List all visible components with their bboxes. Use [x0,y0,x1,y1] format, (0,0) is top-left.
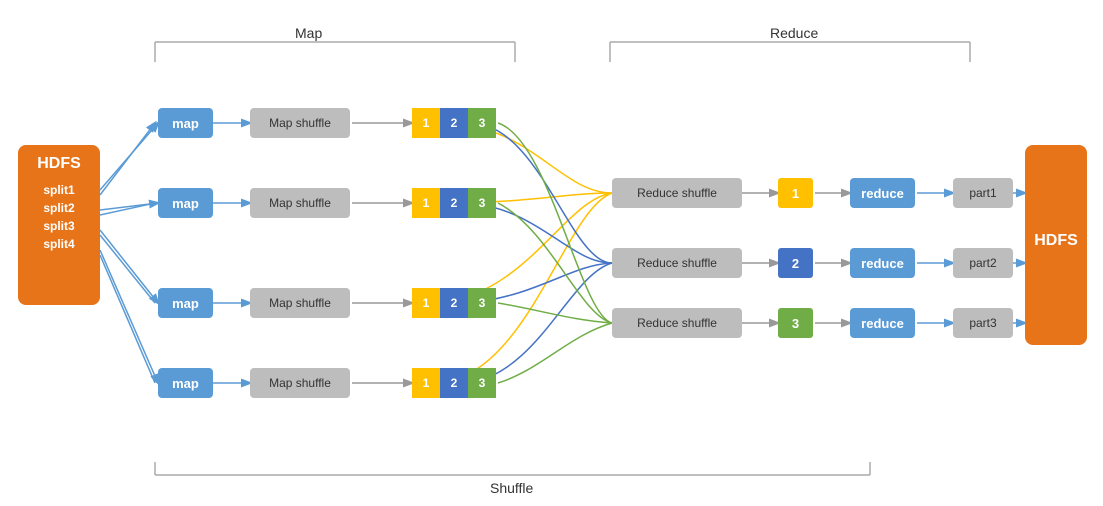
part-4-yellow: 1 [412,368,440,398]
reduce-out-1: 1 [778,178,813,208]
out-part-2: part2 [953,248,1013,278]
part-3-blue: 2 [440,288,468,318]
part-2-yellow: 1 [412,188,440,218]
hdfs-right: HDFS [1025,145,1087,345]
part-4-green: 3 [468,368,496,398]
part-1-yellow: 1 [412,108,440,138]
part-2-green: 3 [468,188,496,218]
part-1-green: 3 [468,108,496,138]
diagram: Map Reduce Shuffle HDFS split1 split2 sp… [0,0,1103,506]
partition-group-2: 1 2 3 [412,188,496,218]
shuffle-label: Shuffle [490,480,533,496]
reduce-shuffle-1: Reduce shuffle [612,178,742,208]
partition-group-3: 1 2 3 [412,288,496,318]
part-3-green: 3 [468,288,496,318]
part-1-blue: 2 [440,108,468,138]
part-2-blue: 2 [440,188,468,218]
out-part-3: part3 [953,308,1013,338]
split1-label: split1 [43,183,74,197]
split3-label: split3 [43,219,74,233]
map-shuffle-3: Map shuffle [250,288,350,318]
reduce-out-3: 3 [778,308,813,338]
reduce-shuffle-2: Reduce shuffle [612,248,742,278]
map-box-3: map [158,288,213,318]
partition-group-4: 1 2 3 [412,368,496,398]
reduce-box-2: reduce [850,248,915,278]
map-box-1: 1map [158,108,213,138]
map-section-label: Map [295,25,322,41]
reduce-shuffle-3: Reduce shuffle [612,308,742,338]
map-shuffle-2: Map shuffle [250,188,350,218]
out-part-1: part1 [953,178,1013,208]
map-box-4: map [158,368,213,398]
split4-label: split4 [43,237,74,251]
map-shuffle-1: Map shuffle [250,108,350,138]
hdfs-left: HDFS split1 split2 split3 split4 [18,145,100,305]
hdfs-right-title: HDFS [1034,232,1078,250]
hdfs-left-title: HDFS [37,155,81,173]
part-3-yellow: 1 [412,288,440,318]
reduce-out-2: 2 [778,248,813,278]
reduce-box-1: reduce [850,178,915,208]
reduce-section-label: Reduce [770,25,818,41]
reduce-box-3: reduce [850,308,915,338]
connection-lines [0,0,1103,506]
map-shuffle-4: Map shuffle [250,368,350,398]
map-box-2: map [158,188,213,218]
part-4-blue: 2 [440,368,468,398]
partition-group-1: 1 2 3 [412,108,496,138]
split2-label: split2 [43,201,74,215]
